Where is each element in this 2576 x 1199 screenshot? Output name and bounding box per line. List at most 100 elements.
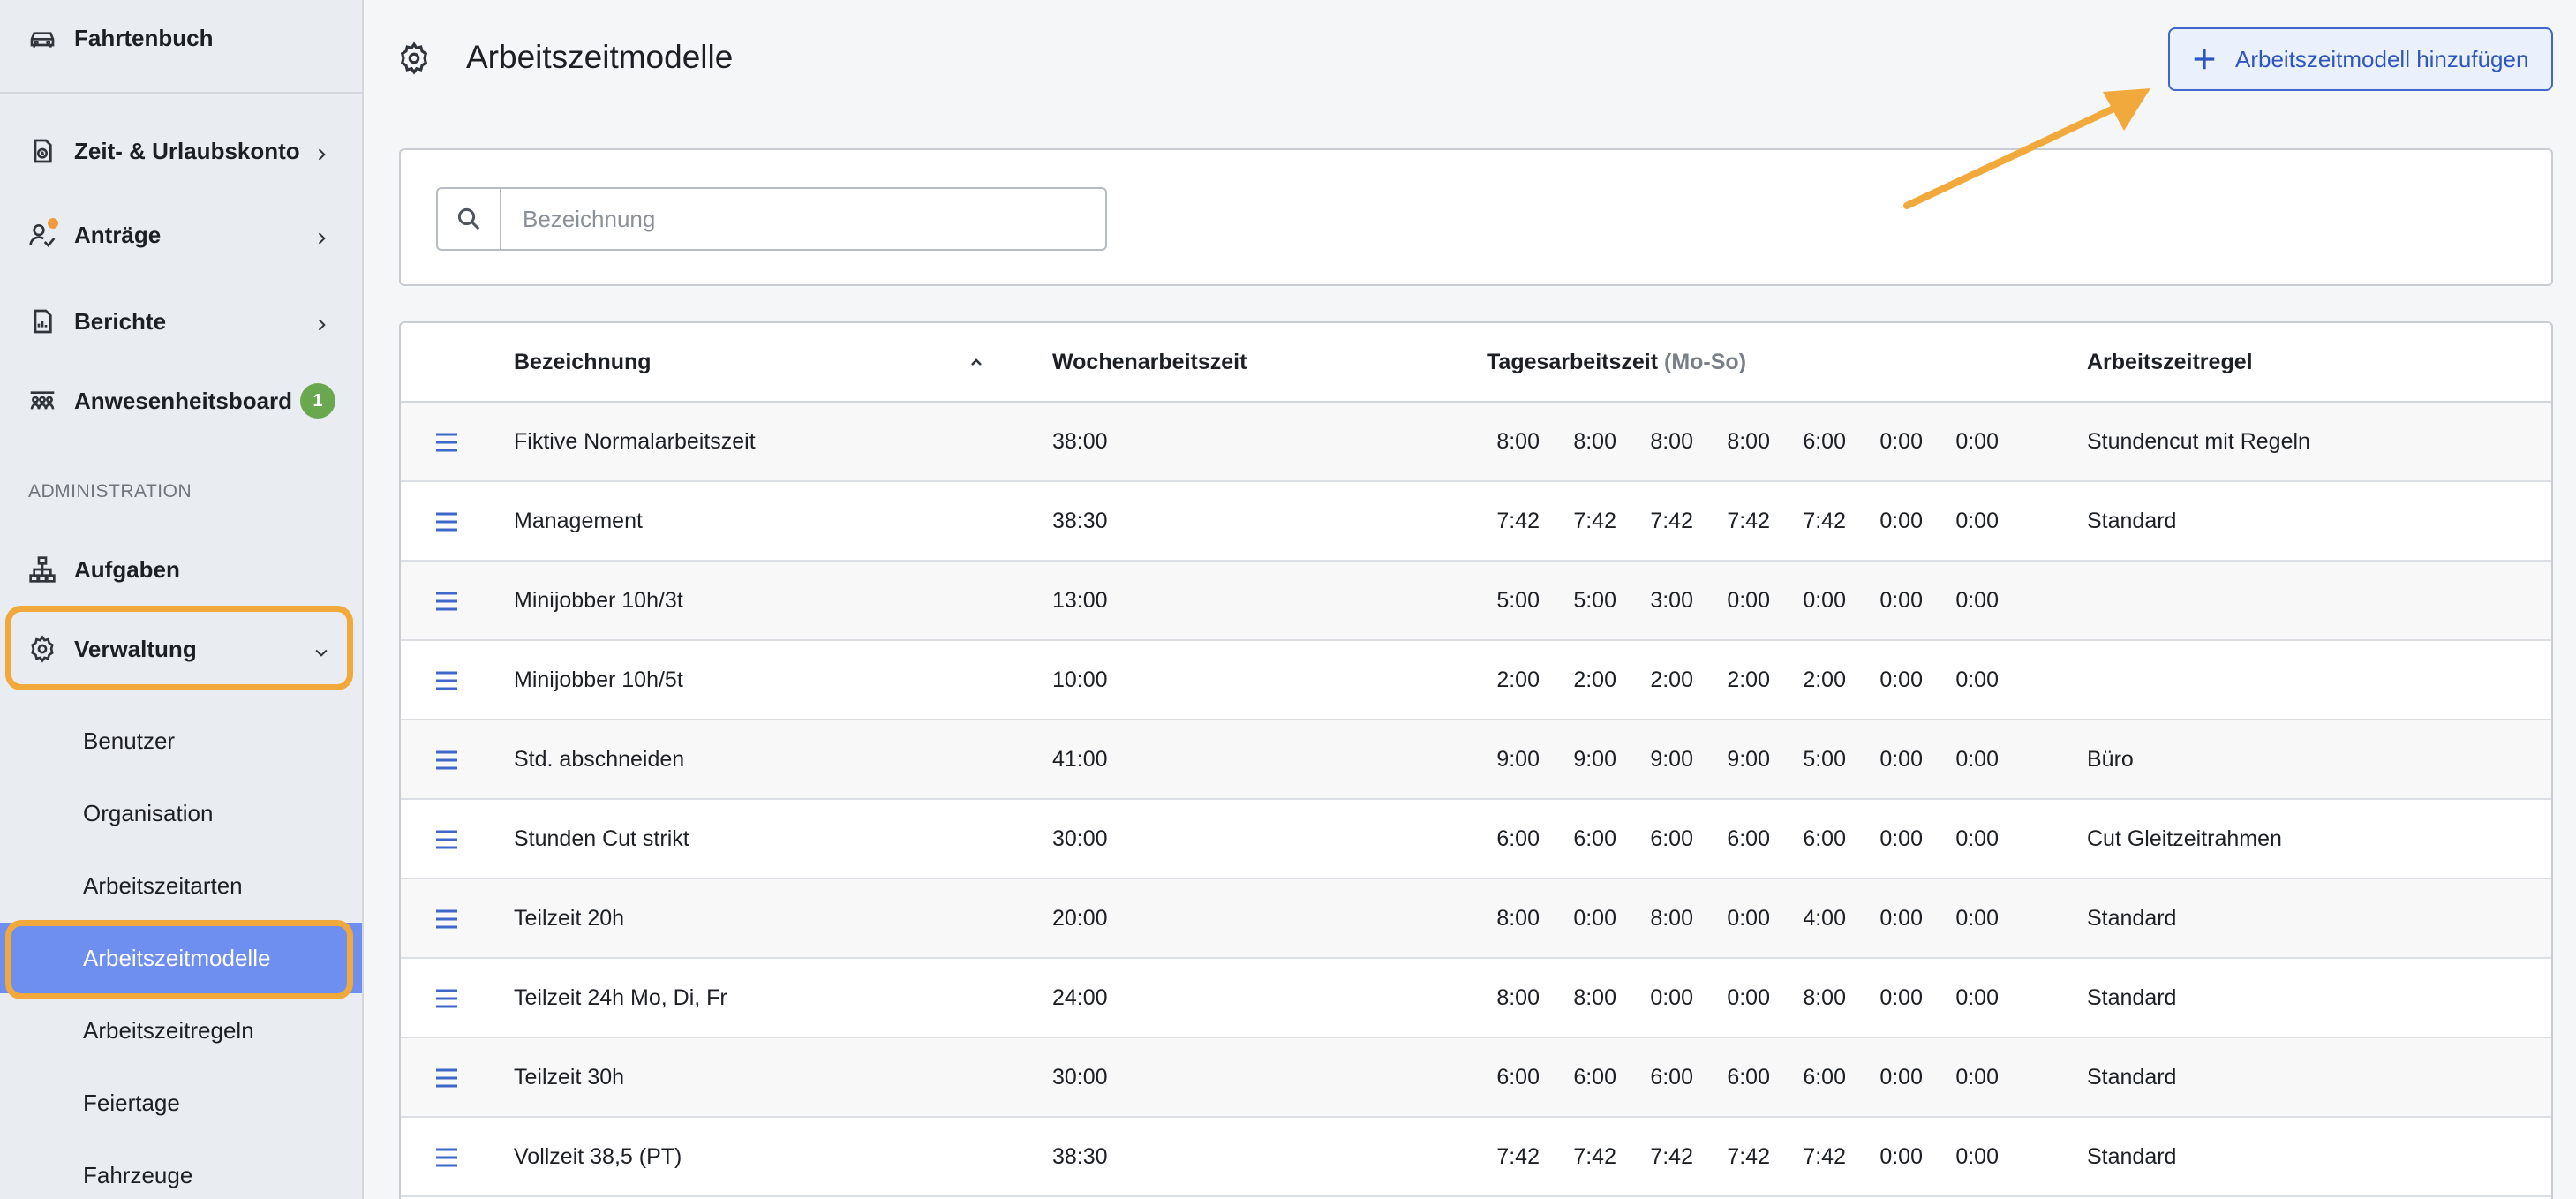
column-header-name[interactable]: Bezeichnung — [514, 350, 652, 375]
cell-day: 7:42 — [1727, 509, 1770, 533]
sidebar-subitem-benutzer[interactable]: Benutzer — [0, 705, 362, 776]
cell-day: 6:00 — [1573, 1065, 1616, 1090]
sidebar-item-label: Fahrtenbuch — [74, 24, 214, 51]
sidebar-subitem-fahrzeuge[interactable]: Fahrzeuge — [0, 1140, 362, 1199]
cell-day: 7:42 — [1727, 1144, 1770, 1169]
cell-day: 2:00 — [1650, 667, 1693, 692]
drag-handle-icon[interactable] — [434, 1067, 459, 1090]
sort-ascending-icon[interactable] — [966, 351, 987, 373]
cell-day: 6:00 — [1803, 429, 1846, 454]
cell-rule: Standard — [2087, 509, 2177, 533]
cell-day: 7:42 — [1650, 1144, 1693, 1169]
cell-day: 9:00 — [1727, 747, 1770, 772]
cell-day: 3:00 — [1650, 588, 1693, 613]
cell-day: 0:00 — [1879, 667, 1923, 692]
table-row[interactable]: Vollzeit 38,5 (PT) 38:30 7:42 7:42 7:42 7:42 7… — [401, 1118, 2551, 1197]
section-label-administration: ADMINISTRATION — [28, 481, 192, 501]
chevron-right-icon — [313, 142, 330, 161]
cell-day: 0:00 — [1879, 509, 1923, 533]
cell-day: 7:42 — [1496, 1144, 1540, 1169]
cell-day: 6:00 — [1803, 1065, 1846, 1090]
add-working-time-model-button[interactable]: Arbeitszeitmodell hinzufügen — [2168, 27, 2553, 91]
cell-weekly: 38:00 — [1052, 429, 1108, 454]
drag-handle-icon[interactable] — [434, 749, 459, 772]
table-row[interactable]: Teilzeit 20h 20:00 8:00 0:00 8:00 0:00 4:00 0:0… — [401, 879, 2551, 959]
cell-name: Stunden Cut strikt — [514, 826, 689, 851]
table-row[interactable]: Stunden Cut strikt 30:00 6:00 6:00 6:00 6:00 6… — [401, 800, 2551, 879]
sidebar-item-fahrtenbuch[interactable]: Fahrtenbuch — [0, 7, 362, 69]
cell-day: 0:00 — [1573, 906, 1616, 931]
chevron-right-icon — [313, 313, 330, 331]
cell-weekly: 13:00 — [1052, 588, 1108, 613]
drag-handle-icon[interactable] — [434, 1146, 459, 1169]
cell-weekly: 24:00 — [1052, 985, 1108, 1010]
cell-day: 4:00 — [1803, 906, 1846, 931]
cell-day: 8:00 — [1727, 429, 1770, 454]
cell-day: 2:00 — [1496, 667, 1540, 692]
cell-rule: Büro — [2087, 747, 2134, 772]
sidebar-item-label: Zeit- & Urlaubskonto — [74, 137, 300, 164]
sidebar-subitem-arbeitszeitmodelle[interactable]: Arbeitszeitmodelle — [0, 923, 362, 993]
cell-day: 9:00 — [1496, 747, 1540, 772]
cell-day: 7:42 — [1573, 509, 1616, 533]
column-header-daily-label: Tagesarbeitszeit — [1487, 350, 1659, 374]
cell-day: 0:00 — [1879, 429, 1923, 454]
cell-day: 8:00 — [1650, 429, 1693, 454]
sidebar-subitem-arbeitszeitregeln[interactable]: Arbeitszeitregeln — [0, 995, 362, 1066]
add-button-label: Arbeitszeitmodell hinzufügen — [2235, 45, 2529, 72]
drag-handle-icon[interactable] — [434, 510, 459, 533]
drag-handle-icon[interactable] — [434, 987, 459, 1010]
cell-rule: Standard — [2087, 1144, 2177, 1169]
cell-day: 7:42 — [1803, 509, 1846, 533]
cell-day: 6:00 — [1496, 1065, 1540, 1090]
cell-day: 9:00 — [1573, 747, 1616, 772]
drag-handle-icon[interactable] — [434, 431, 459, 454]
cell-name: Minijobber 10h/3t — [514, 588, 683, 613]
cell-day: 7:42 — [1650, 509, 1693, 533]
sidebar-item-zeitkonto[interactable]: Zeit- & Urlaubskonto — [0, 120, 362, 182]
table-row[interactable]: Minijobber 10h/3t 13:00 5:00 5:00 3:00 0:00 0:… — [401, 562, 2551, 641]
sidebar-item-aufgaben[interactable]: Aufgaben — [0, 539, 362, 600]
report-icon — [28, 307, 56, 336]
table-row[interactable]: Teilzeit 24h Mo, Di, Fr 24:00 8:00 8:00 0:00… — [401, 959, 2551, 1038]
gear-icon — [397, 41, 431, 75]
table-row[interactable]: Teilzeit 30h 30:00 6:00 6:00 6:00 6:00 6:00 0:0… — [401, 1038, 2551, 1118]
document-clock-icon — [28, 137, 56, 165]
cell-day: 2:00 — [1727, 667, 1770, 692]
sidebar-subitem-feiertage[interactable]: Feiertage — [0, 1067, 362, 1138]
cell-day: 0:00 — [1879, 588, 1923, 613]
cell-day: 0:00 — [1955, 588, 1999, 613]
sidebar-item-label: Berichte — [74, 307, 167, 335]
cell-name: Teilzeit 30h — [514, 1065, 625, 1090]
cell-day: 0:00 — [1955, 826, 1999, 851]
sidebar-item-antraege[interactable]: Anträge — [0, 204, 362, 266]
drag-handle-icon[interactable] — [434, 669, 459, 692]
sidebar-item-anwesenheitsboard[interactable]: Anwesenheitsboard 1 — [0, 370, 362, 432]
drag-handle-icon[interactable] — [434, 828, 459, 851]
sidebar-item-berichte[interactable]: Berichte — [0, 290, 362, 352]
cell-name: Management — [514, 509, 643, 533]
cell-day: 8:00 — [1650, 906, 1693, 931]
table-row[interactable]: Minijobber 10h/5t 10:00 2:00 2:00 2:00 2:00 2:… — [401, 641, 2551, 720]
cell-day: 8:00 — [1803, 985, 1846, 1010]
search-icon[interactable] — [438, 189, 501, 249]
cell-day: 0:00 — [1803, 588, 1846, 613]
cell-rule: Cut Gleitzeitrahmen — [2087, 826, 2282, 851]
sidebar-item-label: Anwesenheitsboard — [74, 387, 293, 414]
table-row[interactable]: Management 38:30 7:42 7:42 7:42 7:42 7:42 0:00 0… — [401, 482, 2551, 562]
cell-day: 8:00 — [1496, 985, 1540, 1010]
column-header-daily-suffix: (Mo-So) — [1664, 350, 1747, 374]
table-row[interactable]: Fiktive Normalarbeitszeit 38:00 8:00 8:00 8:… — [401, 403, 2551, 482]
drag-handle-icon[interactable] — [434, 908, 459, 931]
sidebar-item-verwaltung[interactable]: Verwaltung — [0, 618, 362, 680]
sidebar-subitem-arbeitszeitarten[interactable]: Arbeitszeitarten — [0, 850, 362, 921]
cell-weekly: 20:00 — [1052, 906, 1108, 931]
search-input[interactable] — [501, 189, 1105, 249]
cell-weekly: 38:30 — [1052, 509, 1108, 533]
table-row[interactable]: Std. abschneiden 41:00 9:00 9:00 9:00 9:00 5:0… — [401, 720, 2551, 800]
chevron-down-icon — [313, 640, 330, 658]
plus-icon — [2191, 46, 2218, 72]
sidebar-subitem-organisation[interactable]: Organisation — [0, 778, 362, 848]
drag-handle-icon[interactable] — [434, 590, 459, 613]
people-board-icon — [28, 387, 56, 415]
